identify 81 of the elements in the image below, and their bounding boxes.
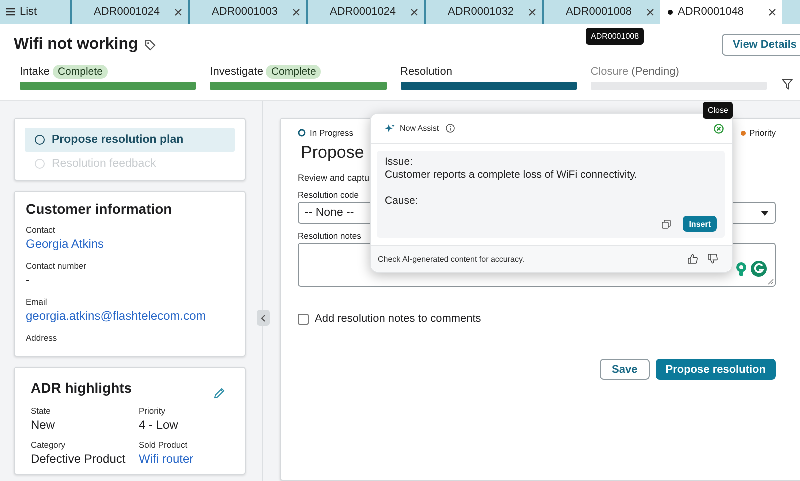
- tab[interactable]: ADR0001032: [424, 0, 542, 24]
- thumbs-up-icon[interactable]: [688, 254, 698, 264]
- task-heading: Propose: [301, 143, 364, 163]
- field-value: 4 - Low: [139, 418, 180, 432]
- checkbox-label: Add resolution notes to comments: [315, 313, 482, 325]
- filter-icon[interactable]: [782, 79, 793, 90]
- close-icon[interactable]: [769, 8, 776, 16]
- tab-label[interactable]: List: [20, 6, 64, 18]
- field-label: Address: [26, 333, 58, 343]
- close-icon[interactable]: [293, 8, 300, 16]
- tab[interactable]: ADR0001024: [306, 0, 424, 24]
- status-badge: Complete: [266, 65, 322, 79]
- field-label: Contact number: [26, 261, 88, 271]
- view-details-button[interactable]: View Details: [722, 34, 800, 56]
- field-value: Defective Product: [31, 452, 127, 466]
- insert-button[interactable]: Insert: [683, 216, 717, 232]
- card-title: Customer information: [26, 201, 172, 217]
- disclaimer-text: Check AI-generated content for accuracy.: [378, 254, 525, 264]
- stage-label: Investigate: [210, 66, 264, 78]
- tab-label[interactable]: ADR0001008: [566, 6, 642, 18]
- task-description: Review and captu: [298, 173, 370, 183]
- status-circle-icon: [298, 129, 306, 137]
- stage-note: (Pending): [632, 66, 680, 78]
- tab-label[interactable]: ADR0001048: [678, 6, 764, 18]
- priority-dot-icon: [740, 130, 746, 136]
- close-icon[interactable]: [529, 8, 536, 16]
- priority-label: Priority: [750, 128, 776, 138]
- menu-icon[interactable]: [6, 8, 15, 16]
- save-button[interactable]: Save: [600, 359, 650, 380]
- close-icon[interactable]: [647, 8, 654, 16]
- field-label: Resolution code: [298, 190, 360, 200]
- tooltip: ADR0001008: [586, 28, 644, 45]
- field-label: Priority: [139, 406, 166, 416]
- generated-text: Issue: Customer reports a complete loss of WiFi connectivity.: [385, 156, 638, 182]
- field-label: Category: [31, 440, 66, 450]
- collapse-button[interactable]: [257, 310, 270, 326]
- info-icon[interactable]: [446, 124, 456, 133]
- tag-icon[interactable]: [145, 40, 156, 50]
- status-label: In Progress: [310, 128, 354, 138]
- field-label: State: [31, 406, 52, 416]
- field-link[interactable]: Georgia Atkins: [26, 237, 234, 251]
- close-icon[interactable]: [175, 8, 182, 16]
- field-link[interactable]: georgia.atkins@flashtelecom.com: [26, 309, 234, 323]
- tab[interactable]: ADR0001003: [188, 0, 306, 24]
- assistant-icon[interactable]: [751, 261, 767, 277]
- tab[interactable]: ADR0001024: [70, 0, 188, 24]
- sparkle-icon: [385, 124, 395, 134]
- thumbs-down-icon[interactable]: [708, 254, 718, 264]
- card-title: ADR highlights: [31, 380, 132, 396]
- field-label: Email: [26, 297, 48, 307]
- lightbulb-icon[interactable]: [735, 262, 748, 276]
- chevron-left-icon[interactable]: [261, 314, 266, 322]
- field-label: Resolution notes: [298, 231, 362, 241]
- field-label: Contact: [26, 225, 56, 235]
- checkbox[interactable]: [298, 314, 309, 324]
- field-value: -: [26, 273, 31, 287]
- stage-label: Intake: [20, 66, 50, 78]
- pencil-icon[interactable]: [214, 388, 225, 398]
- tooltip: Close: [703, 102, 734, 119]
- tab[interactable]: List: [0, 0, 70, 24]
- propose-resolution-button[interactable]: Propose resolution: [656, 359, 776, 380]
- generated-text: Cause:: [385, 195, 420, 208]
- tab-label[interactable]: ADR0001024: [94, 6, 170, 18]
- close-icon[interactable]: [411, 8, 418, 16]
- tab-label[interactable]: ADR0001032: [448, 6, 524, 18]
- stage-label: Resolution: [400, 66, 452, 78]
- caret-down-icon[interactable]: [761, 210, 769, 216]
- copy-icon[interactable]: [662, 220, 672, 228]
- stage-label: Closure: [590, 66, 629, 78]
- tab-label[interactable]: ADR0001024: [330, 6, 406, 18]
- resize-handle-icon[interactable]: [768, 279, 774, 285]
- tab[interactable]: ADR0001048: [660, 0, 782, 24]
- modified-dot: [668, 10, 673, 14]
- panel-title: Now Assist: [400, 124, 440, 133]
- tab-label[interactable]: ADR0001003: [212, 6, 288, 18]
- field-link[interactable]: Wifi router: [139, 452, 225, 466]
- step-item[interactable]: Propose resolution plan: [25, 128, 235, 152]
- field-value: New: [31, 418, 56, 432]
- status-badge: Complete: [52, 65, 108, 79]
- field-label: Sold Product: [139, 440, 189, 450]
- record-title: Wifi not working: [14, 36, 138, 54]
